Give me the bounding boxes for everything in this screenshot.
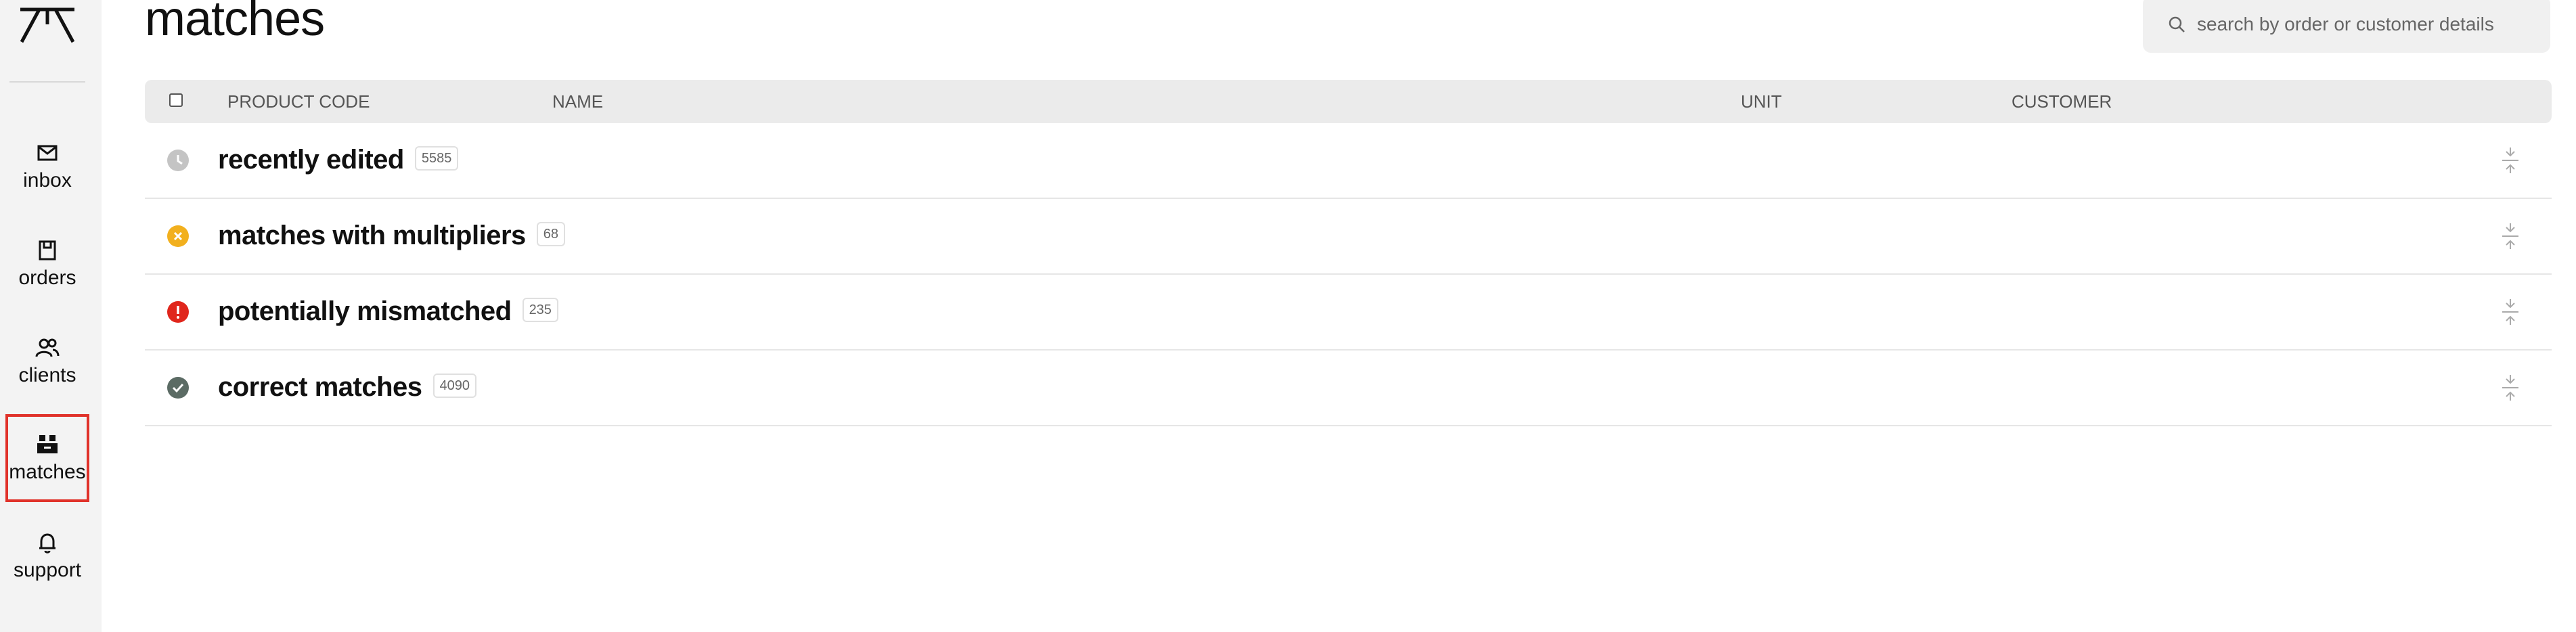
sidebar: inbox orders clients matches support bbox=[0, 0, 102, 632]
count-badge: 68 bbox=[536, 222, 566, 247]
app-logo-icon[interactable] bbox=[19, 7, 76, 45]
count-badge: 235 bbox=[522, 298, 558, 323]
expand-icon[interactable] bbox=[2500, 222, 2521, 250]
table-header: PRODUCT CODE NAME UNIT CUSTOMER bbox=[145, 80, 2552, 123]
group-label: recently edited bbox=[218, 145, 404, 175]
group-row-potentially-mismatched[interactable]: potentially mismatched 235 bbox=[145, 275, 2552, 351]
users-icon bbox=[35, 338, 60, 357]
sidebar-item-label: matches bbox=[9, 461, 86, 483]
sidebar-item-label: orders bbox=[18, 267, 76, 289]
sidebar-divider bbox=[9, 81, 85, 83]
clock-icon bbox=[167, 150, 189, 171]
group-row-recently-edited[interactable]: recently edited 5585 bbox=[145, 123, 2552, 199]
count-badge: 5585 bbox=[414, 146, 459, 171]
sidebar-item-support[interactable]: support bbox=[0, 516, 95, 597]
expand-icon[interactable] bbox=[2500, 374, 2521, 402]
group-label: matches with multipliers bbox=[218, 221, 526, 250]
sidebar-item-label: clients bbox=[18, 364, 76, 386]
mail-icon bbox=[37, 145, 58, 161]
alert-icon bbox=[167, 301, 189, 323]
sidebar-item-matches[interactable]: matches bbox=[5, 414, 89, 502]
search-icon bbox=[2169, 16, 2185, 32]
search-input[interactable] bbox=[2196, 13, 2523, 36]
column-header-unit[interactable]: UNIT bbox=[1741, 80, 1782, 123]
sidebar-item-inbox[interactable]: inbox bbox=[0, 126, 95, 207]
check-circle-icon bbox=[167, 377, 189, 399]
column-header-name[interactable]: NAME bbox=[552, 80, 603, 123]
expand-icon[interactable] bbox=[2500, 146, 2521, 175]
sidebar-item-label: inbox bbox=[23, 169, 72, 191]
sidebar-item-clients[interactable]: clients bbox=[0, 321, 95, 402]
search-bar[interactable] bbox=[2143, 0, 2550, 53]
column-header-customer[interactable]: CUSTOMER bbox=[2012, 80, 2112, 123]
group-row-correct-matches[interactable]: correct matches 4090 bbox=[145, 351, 2552, 426]
bell-icon bbox=[39, 533, 55, 554]
column-header-product-code[interactable]: PRODUCT CODE bbox=[227, 80, 370, 123]
x-circle-icon bbox=[167, 225, 189, 247]
expand-icon[interactable] bbox=[2500, 298, 2521, 326]
group-label: potentially mismatched bbox=[218, 296, 512, 326]
group-label: correct matches bbox=[218, 372, 422, 402]
count-badge: 4090 bbox=[432, 374, 477, 399]
sidebar-item-label: support bbox=[13, 559, 82, 581]
sidebar-item-orders[interactable]: orders bbox=[0, 223, 95, 304]
box-icon bbox=[39, 240, 56, 261]
select-all-checkbox[interactable] bbox=[169, 93, 183, 107]
matches-icon bbox=[37, 435, 58, 453]
group-row-matches-with-multipliers[interactable]: matches with multipliers 68 bbox=[145, 199, 2552, 275]
page-title: matches bbox=[145, 0, 325, 46]
